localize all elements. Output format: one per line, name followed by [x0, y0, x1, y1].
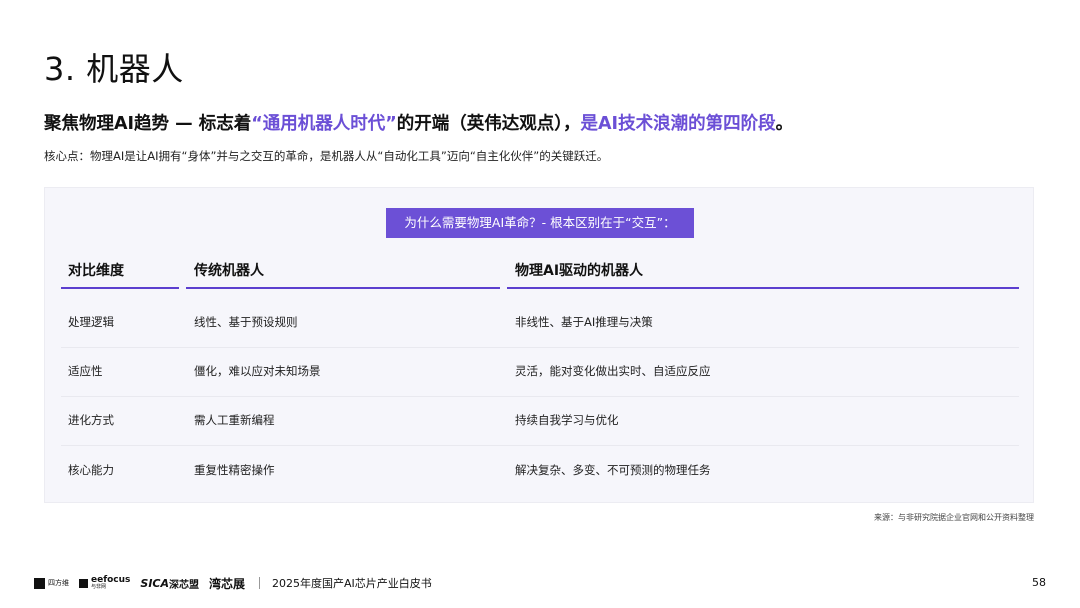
table-header-physical-ai: 物理AI驱动的机器人 [515, 263, 644, 279]
subtitle-part-3: 的开端（英伟达观点）， [396, 114, 581, 134]
logo-sifangwei-text: 四方维 [48, 578, 69, 587]
table-cell: 灵活，能对变化做出实时、自适应反应 [515, 364, 711, 378]
table-cell: 非线性、基于AI推理与决策 [515, 315, 653, 329]
footer-doc-title: 2025年度国产AI芯片产业白皮书 [272, 577, 432, 590]
table-cell: 需人工重新编程 [194, 413, 275, 427]
table-header-dimension: 对比维度 [68, 263, 124, 279]
table-cell: 核心能力 [68, 463, 114, 477]
table-cell: 持续自我学习与优化 [515, 413, 619, 427]
table-cell: 重复性精密操作 [194, 463, 275, 477]
row-divider [61, 347, 1019, 348]
logo-sica: SICA 深芯盟 [140, 576, 199, 591]
logo-sica-text: SICA [140, 576, 170, 590]
table-header-traditional: 传统机器人 [194, 263, 264, 279]
table-cell: 进化方式 [68, 413, 114, 427]
comparison-panel: 为什么需要物理AI革命？- 根本区别在于“交互”： 对比维度 传统机器人 物理A… [44, 187, 1034, 503]
subtitle-highlight-stage: 是AI技术浪潮的第四阶段 [580, 114, 776, 134]
logo-sica-sub: 深芯盟 [169, 579, 200, 591]
subtitle-part-1: 聚焦物理AI趋势 — 标志着 [44, 114, 252, 134]
header-underline-1 [61, 287, 179, 289]
logo-wanxinzhan: 湾芯展 [209, 575, 245, 592]
subtitle-highlight-era: “通用机器人时代” [251, 114, 397, 134]
header-underline-2 [186, 287, 500, 289]
logo-eefocus-sub: 与非网 [91, 583, 107, 590]
header-underline-3 [507, 287, 1019, 289]
logo-mark-icon [34, 577, 45, 589]
footer-bar: 四方维 eefocus 与非网 SICA 深芯盟 湾芯展 2025年度国产AI芯… [34, 574, 432, 592]
logo-wanxinzhan-text: 湾芯展 [209, 576, 246, 591]
table-cell: 解决复杂、多变、不可预测的物理任务 [515, 463, 711, 477]
source-note: 来源：与非研究院据企业官网和公开资料整理 [874, 513, 1034, 522]
panel-tag-label: 为什么需要物理AI革命？- 根本区别在于“交互”： [386, 208, 694, 238]
table-cell: 适应性 [68, 364, 103, 378]
logo-mark-icon [79, 578, 88, 588]
subtitle-part-5: 。 [775, 114, 794, 134]
row-divider [61, 396, 1019, 397]
table-cell: 线性、基于预设规则 [194, 315, 298, 329]
page-title: 3. 机器人 [44, 50, 184, 88]
logo-eefocus-text: eefocus [91, 574, 131, 585]
page-subtitle: 聚焦物理AI趋势 — 标志着“通用机器人时代”的开端（英伟达观点），是AI技术浪… [44, 110, 793, 135]
logo-eefocus: eefocus 与非网 [79, 574, 131, 591]
logo-sifangwei: 四方维 [34, 577, 69, 589]
row-divider [61, 445, 1019, 446]
footer-divider [259, 577, 261, 589]
table-cell: 僵化，难以应对未知场景 [194, 364, 321, 378]
core-point-text: 核心点：物理AI是让AI拥有“身体”并与之交互的革命，是机器人从“自动化工具”迈… [44, 149, 609, 163]
page-number: 58 [1032, 576, 1046, 589]
table-cell: 处理逻辑 [68, 315, 114, 329]
